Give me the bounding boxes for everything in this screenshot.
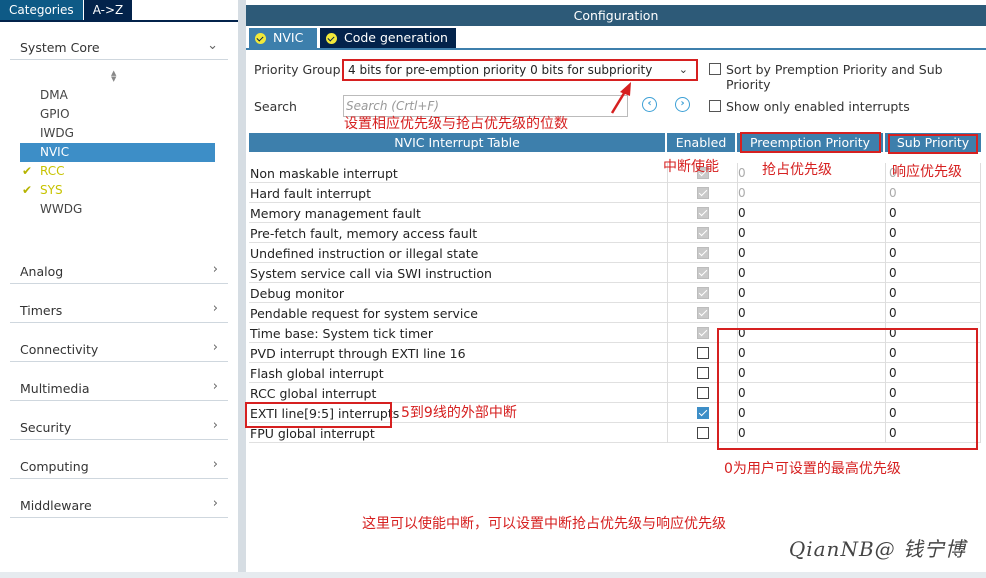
exti-row-highlight [245, 402, 392, 428]
annotation-bottom: 这里可以使能中断，可以设置中断抢占优先级与响应优先级 [362, 516, 726, 532]
watermark: QianNB@ 钱宁博 [788, 537, 966, 561]
horizontal-scrollbar[interactable] [0, 572, 986, 578]
annotation-response: 响应优先级 [892, 164, 962, 180]
preemption-header-highlight [740, 132, 881, 153]
annotation-exti: 5到9线的外部中断 [401, 405, 517, 421]
sub-priority-header-highlight [888, 134, 978, 154]
annotation-enable: 中断使能 [663, 159, 719, 175]
annotation-highest: 0为用户可设置的最高优先级 [724, 461, 901, 477]
priority-values-highlight [717, 328, 978, 450]
annotation-arrow [610, 82, 631, 114]
annotation-bits: 设置相应优先级与抢占优先级的位数 [344, 116, 568, 132]
annotation-preempt: 抢占优先级 [762, 162, 832, 178]
